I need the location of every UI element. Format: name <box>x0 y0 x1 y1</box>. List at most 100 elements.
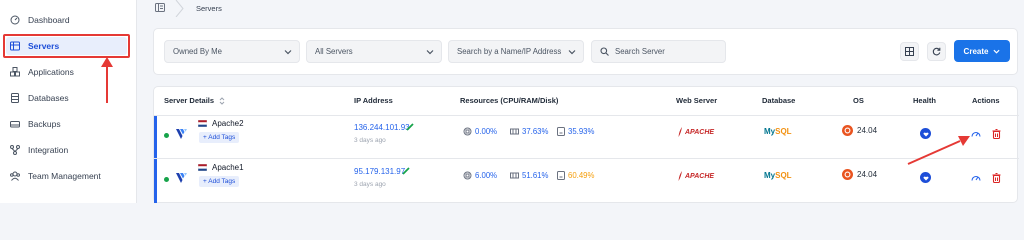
sidebar-item-dashboard[interactable]: Dashboard <box>8 11 130 29</box>
applications-icon <box>10 67 20 77</box>
edit-pencil-icon[interactable] <box>406 123 414 131</box>
refresh-button[interactable] <box>927 42 946 61</box>
row-accent-bar <box>154 116 157 158</box>
mysql-logo: MySQL <box>764 171 792 180</box>
servers-breadcrumb-icon[interactable] <box>155 3 165 14</box>
disk-usage: 35.93% <box>557 127 594 136</box>
ip-address[interactable]: 136.244.101.93 <box>354 123 410 132</box>
owned-by-select[interactable]: Owned By Me <box>164 40 300 63</box>
mysql-logo-part: My <box>764 127 776 136</box>
vultr-logo-icon <box>176 173 187 183</box>
sidebar-item-label: Backups <box>28 119 61 129</box>
netherlands-flag-icon <box>198 120 207 127</box>
create-label: Create <box>963 46 989 56</box>
mysql-logo: MySQL <box>764 127 792 136</box>
chevron-down-icon <box>568 50 576 55</box>
ubuntu-icon <box>842 169 853 180</box>
column-header-health: Health <box>913 96 936 105</box>
servers-select[interactable]: All Servers <box>306 40 442 63</box>
column-header-actions: Actions <box>972 96 1000 105</box>
breadcrumb: Servers <box>137 0 1024 17</box>
databases-icon <box>10 93 20 103</box>
ram-icon <box>510 172 519 179</box>
apache-feather-icon <box>678 171 682 181</box>
search-by-placeholder: Search by a Name/IP Address <box>457 47 562 56</box>
apache-logo: APACHE <box>678 127 714 137</box>
column-header-server-details[interactable]: Server Details <box>164 96 225 105</box>
cpu-usage: 0.00% <box>463 127 497 136</box>
netherlands-flag-icon <box>198 164 207 171</box>
os-version: 24.04 <box>842 125 877 136</box>
sidebar-item-label: Databases <box>28 93 69 103</box>
chevron-down-icon <box>284 50 292 55</box>
column-header-label: Server Details <box>164 96 215 105</box>
search-by-select[interactable]: Search by a Name/IP Address <box>448 40 584 63</box>
search-server-input[interactable]: Search Server <box>591 40 726 63</box>
disk-value: 35.93% <box>568 127 595 136</box>
owned-by-value: Owned By Me <box>173 47 222 56</box>
edit-pencil-icon[interactable] <box>402 167 410 175</box>
status-online-icon <box>164 177 169 182</box>
mysql-logo-part: My <box>764 171 776 180</box>
sort-icon[interactable] <box>219 96 225 105</box>
apache-logo: APACHE <box>678 171 714 181</box>
breadcrumb-current: Servers <box>196 4 222 13</box>
column-header-database: Database <box>762 96 796 105</box>
add-tags-button[interactable]: + Add Tags <box>199 132 240 143</box>
delete-trash-icon[interactable] <box>992 173 1001 183</box>
created-ago: 3 days ago <box>354 181 386 188</box>
servers-table: Server Details IP Address Resources (CPU… <box>153 86 1019 203</box>
table-divider <box>154 158 1019 159</box>
ip-address[interactable]: 95.179.131.97 <box>354 167 405 176</box>
cpu-usage: 6.00% <box>463 171 497 180</box>
column-header-os: OS <box>853 96 864 105</box>
speedometer-icon[interactable] <box>971 173 981 183</box>
column-header-resources: Resources (CPU/RAM/Disk) <box>460 96 559 105</box>
sidebar-item-team-management[interactable]: Team Management <box>8 167 130 185</box>
ubuntu-icon <box>842 125 853 136</box>
servers-filter-value: All Servers <box>315 47 353 56</box>
disk-icon <box>557 127 565 136</box>
table-divider <box>154 115 1019 116</box>
health-status-icon[interactable] <box>920 172 931 183</box>
grid-view-button[interactable] <box>900 42 919 61</box>
chevron-down-icon <box>426 50 434 55</box>
annotation-arrow-icon <box>907 136 970 165</box>
sidebar-item-label: Dashboard <box>28 15 70 25</box>
server-name[interactable]: Apache1 <box>212 163 244 172</box>
ram-usage: 37.63% <box>510 127 548 136</box>
create-button[interactable]: Create <box>954 40 1010 62</box>
mysql-logo-part: SQL <box>775 171 792 180</box>
web-server-label: APACHE <box>685 172 715 180</box>
cpu-icon <box>463 171 472 180</box>
cpu-icon <box>463 127 472 136</box>
disk-usage: 60.49% <box>557 171 594 180</box>
status-online-icon <box>164 133 169 138</box>
refresh-icon <box>932 47 941 56</box>
delete-trash-icon[interactable] <box>992 129 1001 139</box>
breadcrumb-separator-icon <box>175 0 184 17</box>
sidebar-item-backups[interactable]: Backups <box>8 115 130 133</box>
ram-usage: 51.61% <box>510 171 548 180</box>
annotation-arrow-up-icon <box>101 57 113 103</box>
web-server-label: APACHE <box>685 128 715 136</box>
os-version-label: 24.04 <box>857 170 878 179</box>
backups-icon <box>10 119 20 129</box>
filter-bar: Owned By Me All Servers Search by a Name… <box>153 28 1018 75</box>
sidebar-item-integration[interactable]: Integration <box>8 141 130 159</box>
sidebar-item-label: Team Management <box>28 171 101 181</box>
disk-value: 60.49% <box>568 171 595 180</box>
add-tags-button[interactable]: + Add Tags <box>199 176 240 187</box>
row-accent-bar <box>154 159 157 203</box>
apache-feather-icon <box>678 127 682 137</box>
speedometer-icon[interactable] <box>971 129 981 139</box>
ram-value: 51.61% <box>522 171 549 180</box>
cpu-value: 6.00% <box>475 171 498 180</box>
mysql-logo-part: SQL <box>775 127 792 136</box>
sidebar-item-label: Applications <box>28 67 74 77</box>
cpu-value: 0.00% <box>475 127 498 136</box>
search-icon <box>600 47 609 56</box>
server-name[interactable]: Apache2 <box>212 119 244 128</box>
search-placeholder: Search Server <box>615 47 665 56</box>
integration-icon <box>10 145 20 155</box>
